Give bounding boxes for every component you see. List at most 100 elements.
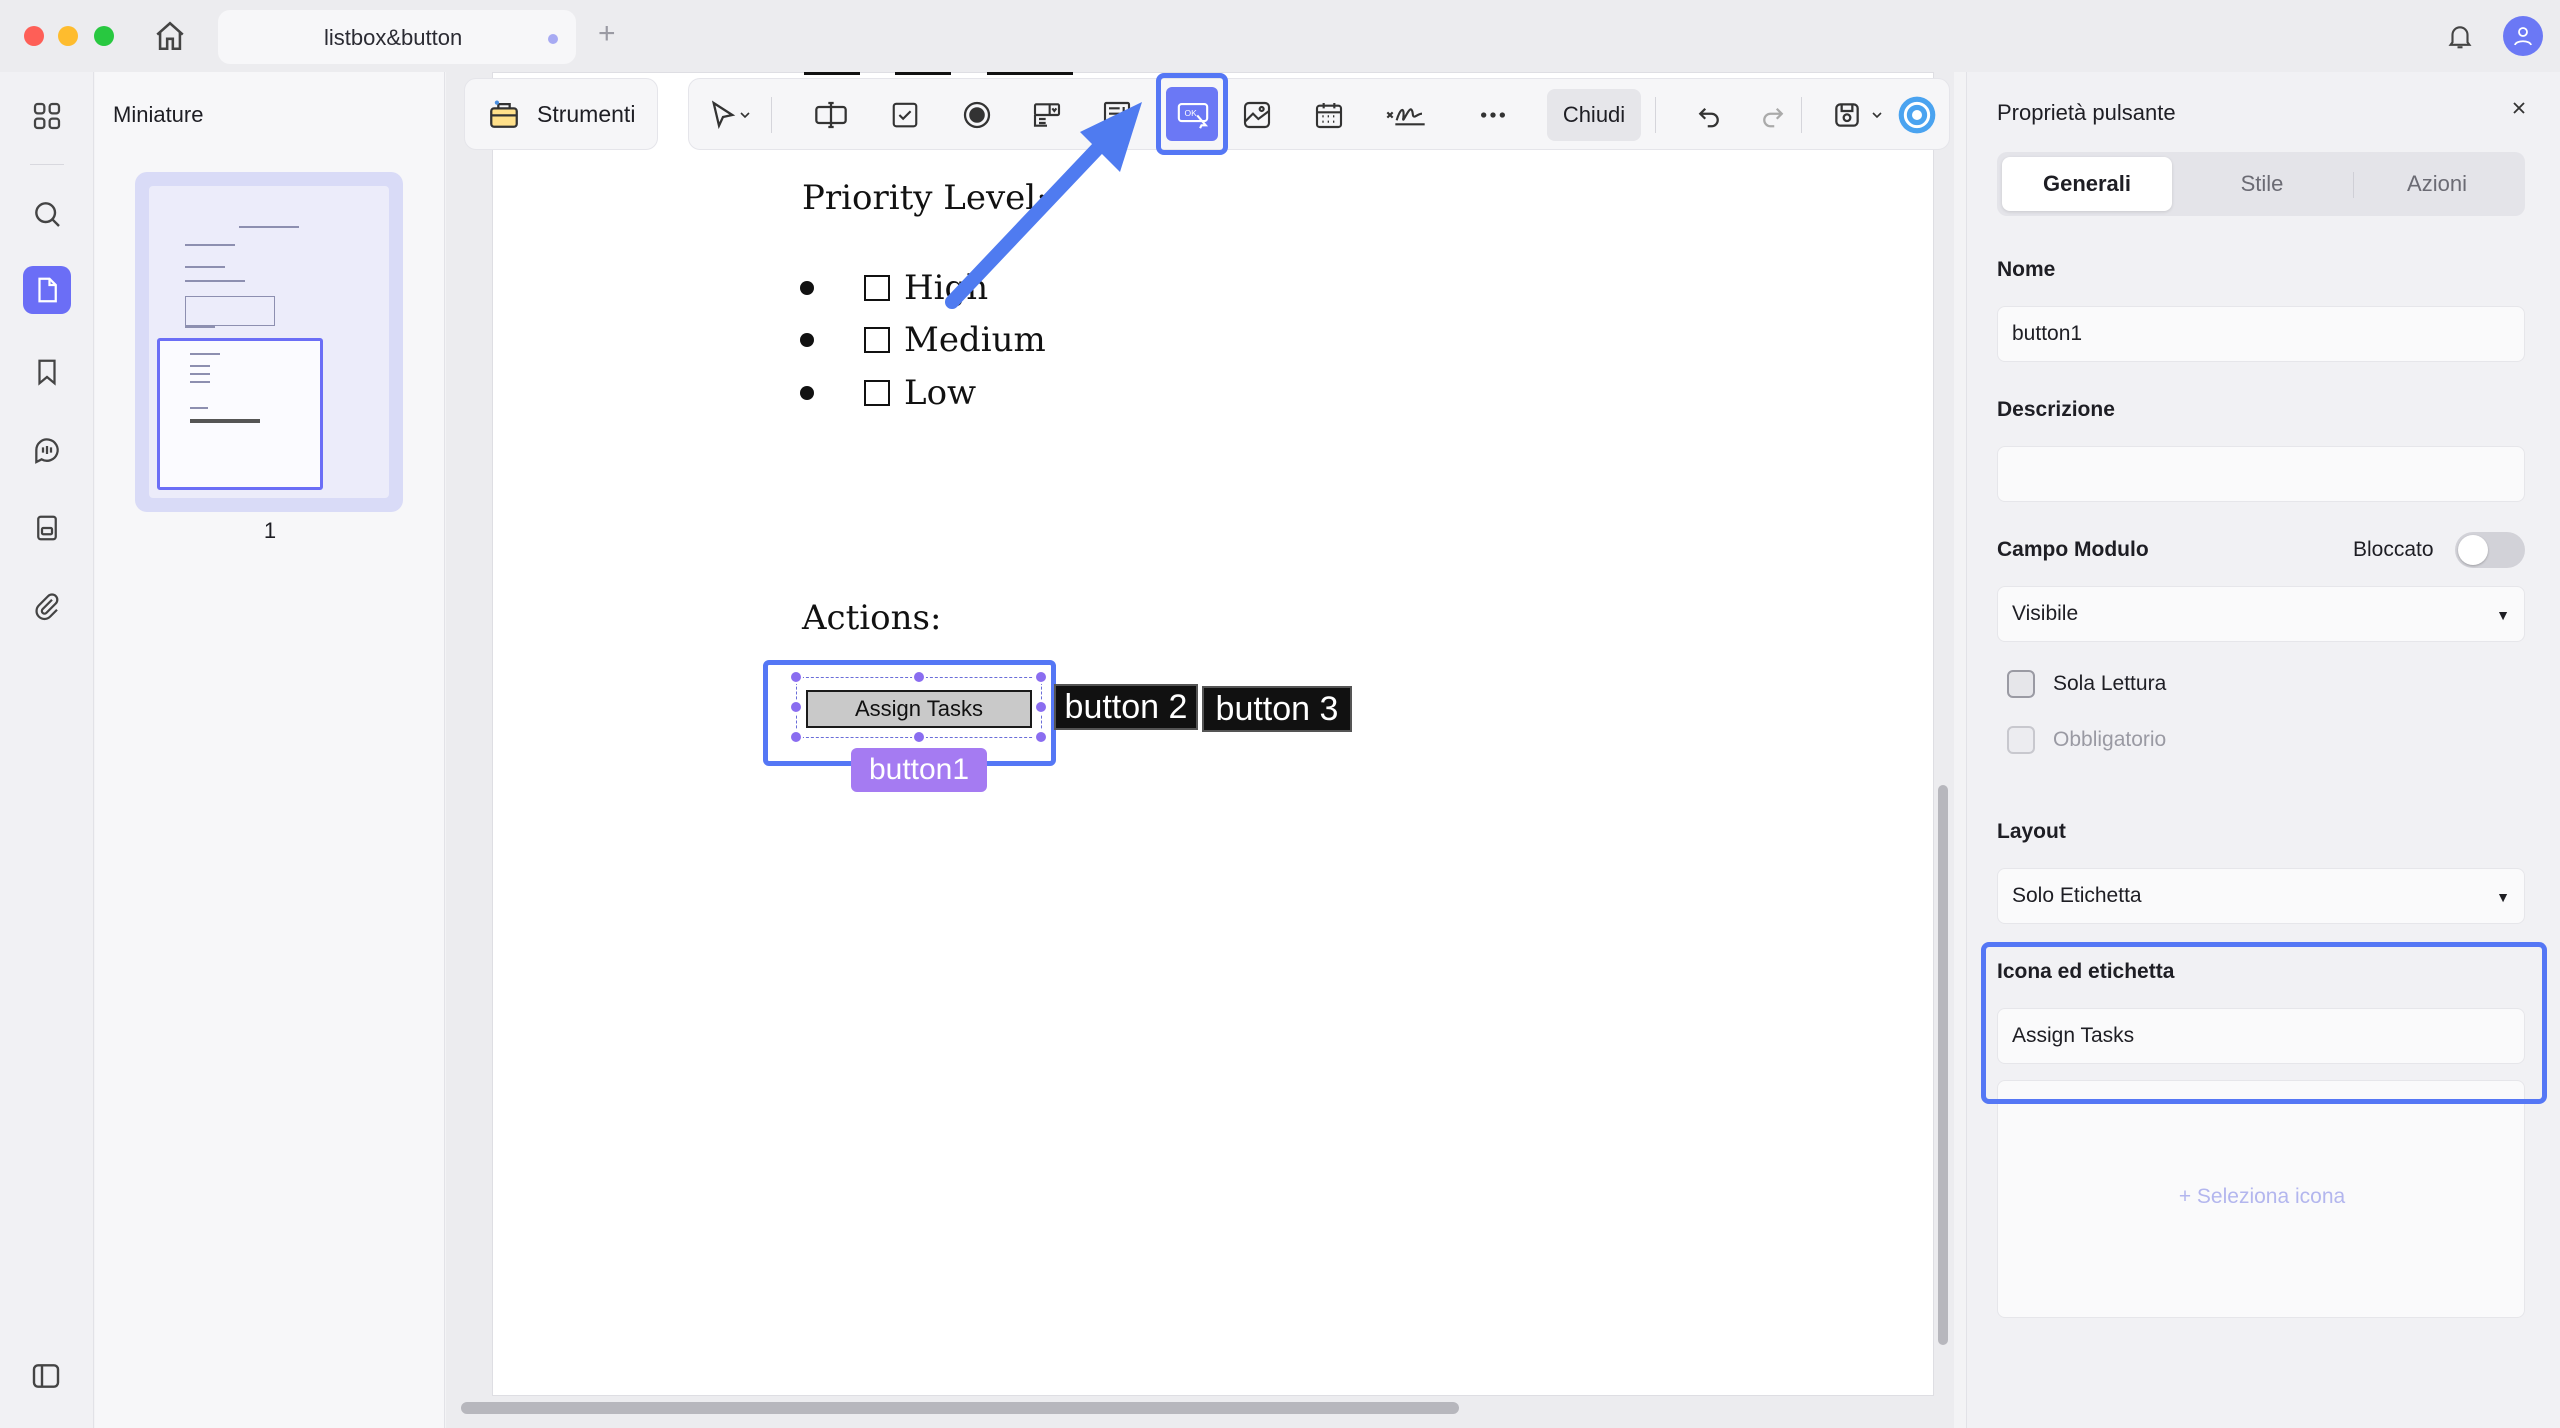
- close-icon[interactable]: [2503, 92, 2535, 124]
- home-icon[interactable]: [150, 16, 190, 56]
- icon-label-title: Icona ed etichetta: [1997, 960, 2175, 983]
- save-icon[interactable]: [1827, 95, 1867, 135]
- signature-icon[interactable]: [1381, 95, 1431, 135]
- toolbar-divider: [1801, 97, 1802, 133]
- horizontal-scrollbar[interactable]: [461, 1402, 1459, 1414]
- checkbox-high[interactable]: [864, 275, 890, 301]
- bookmark-icon[interactable]: [23, 348, 71, 396]
- date-field-icon[interactable]: [1309, 95, 1349, 135]
- sidebar-toggle-icon[interactable]: [30, 1360, 62, 1397]
- vertical-scrollbar[interactable]: [1938, 785, 1948, 1345]
- close-form-mode-button[interactable]: Chiudi: [1547, 89, 1641, 141]
- page-top-line: [895, 72, 951, 75]
- button-field-tool[interactable]: OK: [1166, 87, 1218, 141]
- bell-icon[interactable]: [2440, 16, 2480, 56]
- button-field-icon: OK: [1176, 97, 1210, 131]
- annotation-arrow: [945, 102, 1142, 309]
- minimize-window-button[interactable]: [58, 26, 78, 46]
- tab-title: listbox&button: [324, 25, 463, 50]
- toggle-knob: [2458, 535, 2488, 565]
- chevron-down-icon[interactable]: [733, 95, 757, 135]
- description-field[interactable]: [1997, 446, 2525, 502]
- unsaved-dot-icon: [548, 34, 558, 44]
- attachment-icon[interactable]: [23, 582, 71, 630]
- thumbnail-page: [149, 186, 389, 498]
- layout-value: Solo Etichetta: [2012, 884, 2142, 907]
- resize-handle[interactable]: [789, 700, 803, 714]
- resize-handle[interactable]: [1034, 700, 1048, 714]
- rail-divider: [30, 164, 64, 165]
- document-tab[interactable]: listbox&button: [218, 10, 576, 64]
- name-field[interactable]: button1: [1997, 306, 2525, 362]
- resize-handle[interactable]: [789, 670, 803, 684]
- dropdown-caret-icon: ▼: [2496, 889, 2510, 905]
- toolbar-divider: [1655, 97, 1656, 133]
- layout-label: Layout: [1997, 820, 2066, 843]
- pages-icon[interactable]: [23, 266, 71, 314]
- thumbnails-title: Miniature: [113, 102, 204, 127]
- resize-handle[interactable]: [1034, 730, 1048, 744]
- resize-handle[interactable]: [912, 670, 926, 684]
- new-tab-button[interactable]: +: [598, 16, 616, 52]
- visibility-select[interactable]: Visibile ▼: [1997, 586, 2525, 642]
- resize-handle[interactable]: [789, 730, 803, 744]
- checkbox-low[interactable]: [864, 380, 890, 406]
- readonly-checkbox[interactable]: [2007, 670, 2035, 698]
- left-icon-rail: [0, 72, 94, 1428]
- tab-actions[interactable]: Azioni: [2352, 157, 2522, 211]
- readonly-option[interactable]: Sola Lettura: [2007, 670, 2166, 698]
- page-top-line: [987, 72, 1073, 75]
- page-top-line: [804, 72, 860, 75]
- priority-item: Low: [800, 373, 976, 413]
- more-icon[interactable]: [1473, 95, 1513, 135]
- layout-select[interactable]: Solo Etichetta ▼: [1997, 868, 2525, 924]
- button-3[interactable]: button 3: [1202, 686, 1352, 732]
- locked-toggle[interactable]: [2455, 532, 2525, 568]
- button-2[interactable]: button 2: [1054, 684, 1198, 730]
- description-label: Descrizione: [1997, 398, 2115, 421]
- image-field-icon[interactable]: [1237, 95, 1277, 135]
- pdf-page: [492, 72, 1934, 1396]
- panel-title: Proprietà pulsante: [1997, 100, 2176, 125]
- form-toolbar: Chiudi: [688, 78, 1950, 150]
- avatar[interactable]: [2503, 16, 2543, 56]
- tools-label: Strumenti: [537, 100, 636, 127]
- priority-item-label: Medium: [904, 320, 1046, 360]
- text-field-icon[interactable]: [811, 95, 851, 135]
- select-icon-link[interactable]: + Seleziona icona: [1998, 1185, 2526, 1209]
- locked-label: Bloccato: [2353, 538, 2434, 561]
- redo-icon[interactable]: [1753, 95, 1793, 135]
- tab-general[interactable]: Generali: [2002, 157, 2172, 211]
- resize-handle[interactable]: [1034, 670, 1048, 684]
- icon-selector-area[interactable]: + Seleziona icona: [1997, 1080, 2525, 1318]
- priority-item-label: Low: [904, 373, 977, 413]
- close-window-button[interactable]: [24, 26, 44, 46]
- priority-item: Medium: [800, 320, 1046, 360]
- undo-icon[interactable]: [1689, 95, 1729, 135]
- toolbar-divider: [771, 97, 772, 133]
- grid-icon[interactable]: [23, 92, 71, 140]
- button-label-field[interactable]: Assign Tasks: [1997, 1008, 2525, 1064]
- zoom-window-button[interactable]: [94, 26, 114, 46]
- required-checkbox: [2007, 726, 2035, 754]
- chevron-down-icon[interactable]: [1865, 95, 1889, 135]
- checkbox-medium[interactable]: [864, 327, 890, 353]
- bullet: [800, 386, 814, 400]
- required-option: Obbligatorio: [2007, 726, 2166, 754]
- search-icon[interactable]: [23, 190, 71, 238]
- comment-icon[interactable]: [23, 426, 71, 474]
- properties-panel: Proprietà pulsante Generali Stile Azioni…: [1966, 72, 2560, 1428]
- visibility-value: Visibile: [2012, 602, 2079, 625]
- form-fields-icon[interactable]: [23, 504, 71, 552]
- resize-handle[interactable]: [912, 730, 926, 744]
- field-name-tag: button1: [851, 748, 987, 792]
- form-field-label: Campo Modulo: [1997, 538, 2149, 561]
- bullet: [800, 333, 814, 347]
- page-thumbnail[interactable]: [135, 172, 403, 512]
- tools-button[interactable]: Strumenti: [464, 78, 658, 150]
- checkbox-icon[interactable]: [885, 95, 925, 135]
- assign-tasks-button[interactable]: Assign Tasks: [806, 690, 1032, 728]
- ai-assistant-icon[interactable]: [1897, 95, 1937, 135]
- name-label: Nome: [1997, 258, 2056, 281]
- tab-style[interactable]: Stile: [2177, 157, 2347, 211]
